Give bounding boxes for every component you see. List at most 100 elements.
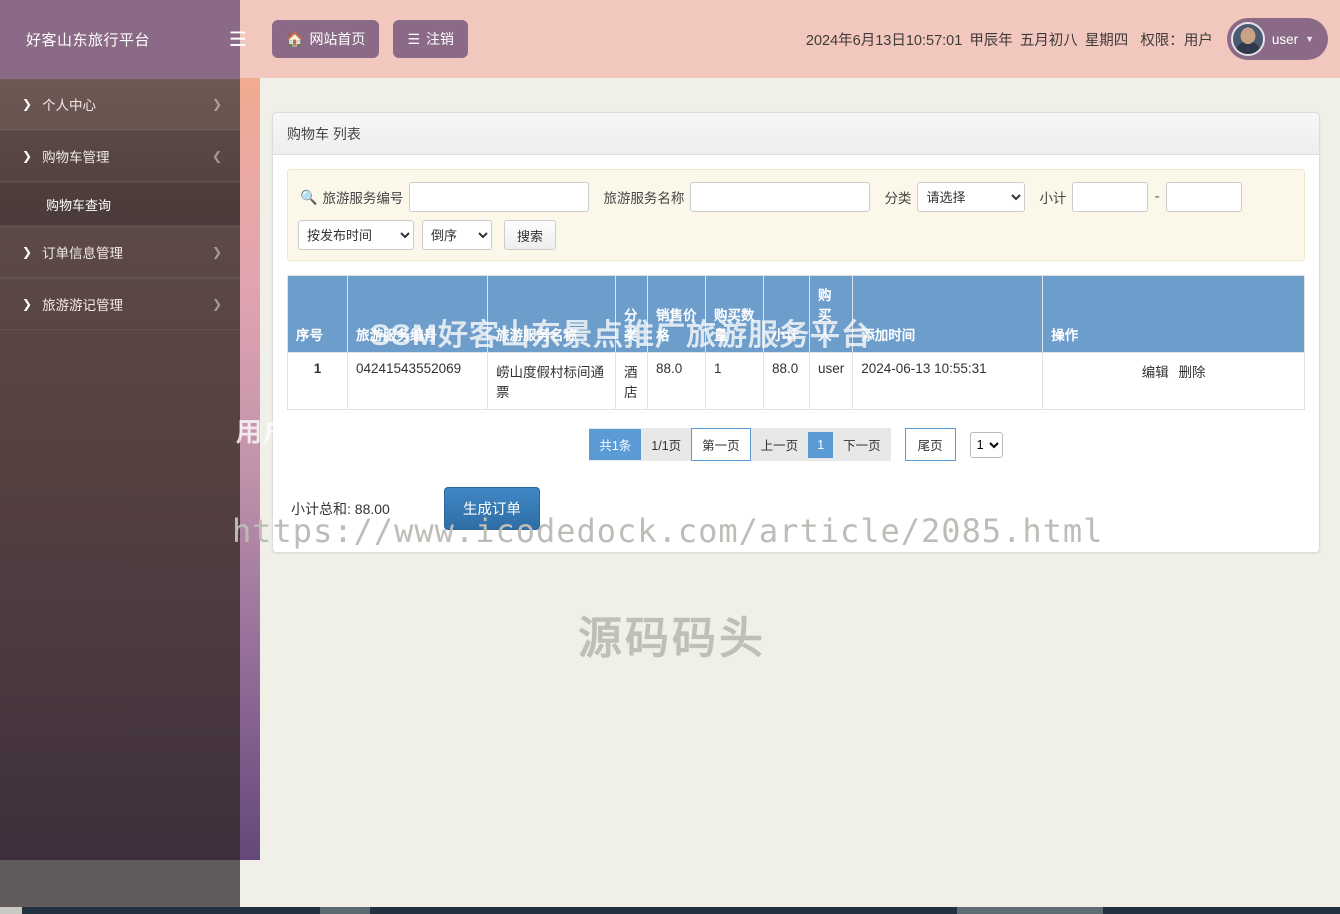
taskbar-start-segment[interactable]	[0, 907, 22, 914]
col-operation: 操作	[1042, 275, 1305, 353]
sidebar-footer-block	[0, 860, 240, 908]
chevron-right-icon: ❯	[22, 245, 33, 259]
taskbar-tray-segment[interactable]	[957, 907, 1103, 914]
site-home-button[interactable]: 🏠 网站首页	[272, 20, 380, 58]
cell-category: 酒店	[615, 352, 648, 410]
cell-index: 1	[287, 352, 348, 410]
header-weekday: 星期四	[1084, 32, 1129, 49]
sidebar-item-personal-center[interactable]: ❯ 个人中心 ❯	[0, 78, 240, 130]
col-code: 旅游服务编号	[347, 275, 488, 353]
sort-field-select[interactable]: 按发布时间	[298, 220, 414, 250]
subtotal-min-input[interactable]	[1072, 182, 1149, 212]
chevron-down-icon: ❮	[211, 149, 222, 163]
range-separator: -	[1154, 188, 1160, 205]
panel-footer: 小计总和: 88.00 生成订单	[287, 487, 1305, 530]
site-home-label: 网站首页	[309, 31, 366, 47]
header-lunar-year: 甲辰年	[969, 32, 1013, 49]
table-body: 1 04241543552069 崂山度假村标间通票 酒店 88.0 1 88.…	[287, 352, 1305, 410]
cell-buyer: user	[808, 352, 854, 410]
cell-name: 崂山度假村标间通票	[487, 352, 616, 410]
cell-operations: 编辑 删除	[1042, 352, 1305, 410]
chevron-right-icon: ❯	[22, 97, 33, 111]
sidebar-item-order-management[interactable]: ❯ 订单信息管理 ❯	[0, 226, 240, 278]
pagination-prev-page[interactable]: 上一页	[751, 429, 809, 460]
home-icon: 🏠	[286, 30, 304, 47]
service-code-input[interactable]	[409, 182, 590, 212]
col-buyer: 购买人	[808, 275, 854, 353]
filter-bar: 🔍 旅游服务编号 旅游服务名称 分类 请选择 小计 - 按发布时间 倒序 搜索	[287, 169, 1305, 261]
subtotal-label: 小计	[1039, 191, 1067, 206]
col-category: 分类	[615, 275, 648, 353]
sidebar-item-cart-query[interactable]: 购物车查询	[0, 182, 240, 226]
main-content: 购物车 列表 🔍 旅游服务编号 旅游服务名称 分类 请选择 小计 - 按发布时间…	[260, 78, 1340, 860]
sidebar-item-label: 购物车查询	[46, 197, 112, 213]
col-name: 旅游服务名称	[487, 275, 616, 353]
header-role-label: 权限：	[1140, 32, 1184, 49]
col-quantity: 购买数量	[705, 275, 764, 353]
top-header: ☰ 🏠 网站首页 ☰ 注销 2024年6月13日10:57:01 甲辰年 五月初…	[229, 0, 1340, 78]
user-menu[interactable]: user ▼	[1226, 18, 1328, 60]
pagination-next-page[interactable]: 下一页	[833, 429, 891, 460]
cart-table: 序号 旅游服务编号 旅游服务名称 分类 销售价格 购买数量 小计 购买人 添加时…	[287, 275, 1305, 410]
sidebar-menu: ❯ 个人中心 ❯ ❯ 购物车管理 ❮ 购物车查询 ❯ 订单信息管理 ❯ ❯ 旅游…	[0, 78, 240, 330]
sidebar-gradient-strip	[240, 78, 260, 860]
sidebar-item-label: 旅游游记管理	[42, 298, 124, 313]
search-icon: 🔍	[300, 188, 318, 205]
header-role-value: 用户	[1183, 32, 1213, 49]
col-added-time: 添加时间	[852, 275, 1044, 353]
col-index: 序号	[287, 275, 348, 353]
chevron-right-icon: ❯	[211, 297, 222, 311]
service-code-label: 旅游服务编号	[322, 191, 404, 206]
pagination-last-page[interactable]: 尾页	[904, 428, 956, 461]
filter-row-1: 🔍 旅游服务编号 旅游服务名称 分类 请选择 小计 -	[298, 182, 1294, 212]
category-label: 分类	[884, 191, 912, 206]
cell-added-time: 2024-06-13 10:55:31	[852, 352, 1044, 410]
sidebar: 好客山东旅行平台 ❯ 个人中心 ❯ ❯ 购物车管理 ❮ 购物车查询 ❯ 订单信息…	[0, 0, 240, 860]
sort-order-select[interactable]: 倒序	[422, 220, 492, 250]
cell-price: 88.0	[647, 352, 706, 410]
pagination-first-page[interactable]: 第一页	[691, 428, 751, 461]
taskbar-window-segment[interactable]	[320, 907, 370, 914]
header-right-info: 2024年6月13日10:57:01 甲辰年 五月初八 星期四 权限： 用户 u…	[806, 18, 1340, 60]
cart-list-panel: 购物车 列表 🔍 旅游服务编号 旅游服务名称 分类 请选择 小计 - 按发布时间…	[272, 112, 1320, 553]
sidebar-item-cart-management[interactable]: ❯ 购物车管理 ❮	[0, 130, 240, 182]
service-name-input[interactable]	[690, 182, 871, 212]
pagination-current-page[interactable]: 1	[808, 431, 834, 458]
col-price: 销售价格	[647, 275, 706, 353]
generate-order-button[interactable]: 生成订单	[443, 487, 540, 530]
chevron-right-icon: ❯	[22, 149, 33, 163]
brand-title: 好客山东旅行平台	[0, 0, 240, 78]
header-datetime: 2024年6月13日10:57:01	[805, 32, 963, 49]
pagination-page-indicator: 1/1页	[651, 439, 682, 453]
chevron-right-icon: ❯	[22, 297, 33, 311]
table-header-row: 序号 旅游服务编号 旅游服务名称 分类 销售价格 购买数量 小计 购买人 添加时…	[287, 275, 1305, 353]
col-subtotal: 小计	[763, 275, 810, 353]
table-head: 序号 旅游服务编号 旅游服务名称 分类 销售价格 购买数量 小计 购买人 添加时…	[287, 275, 1305, 353]
chevron-right-icon: ❯	[211, 245, 222, 259]
sidebar-item-label: 个人中心	[42, 98, 97, 113]
pagination-total: 共1条	[589, 429, 642, 460]
avatar	[1230, 22, 1265, 56]
search-button[interactable]: 搜索	[504, 220, 557, 250]
cell-subtotal: 88.0	[763, 352, 810, 410]
chevron-down-icon: ▼	[1305, 34, 1314, 44]
edit-link[interactable]: 编辑	[1142, 365, 1169, 380]
page-size-select[interactable]: 1	[969, 431, 1003, 458]
delete-link[interactable]: 删除	[1179, 365, 1206, 380]
sidebar-item-label: 购物车管理	[42, 150, 110, 165]
header-lunar-date: 五月初八	[1019, 32, 1078, 49]
filter-row-2: 按发布时间 倒序 搜索	[298, 220, 1294, 250]
service-name-label: 旅游服务名称	[603, 191, 685, 206]
logout-label: 注销	[426, 31, 454, 47]
logout-button[interactable]: ☰ 注销	[393, 20, 468, 58]
subtotal-max-input[interactable]	[1165, 182, 1242, 212]
cell-quantity: 1	[705, 352, 764, 410]
os-taskbar	[0, 907, 1340, 914]
panel-body: 🔍 旅游服务编号 旅游服务名称 分类 请选择 小计 - 按发布时间 倒序 搜索 …	[273, 155, 1319, 552]
sidebar-item-travel-notes-management[interactable]: ❯ 旅游游记管理 ❯	[0, 278, 240, 330]
subtotal-sum-label: 小计总和: 88.00	[291, 500, 390, 517]
hamburger-icon[interactable]: ☰	[218, 19, 258, 59]
user-name: user	[1271, 31, 1299, 47]
category-select[interactable]: 请选择	[917, 182, 1026, 212]
pagination-group: 共1条 1/1页 第一页 上一页 1 下一页	[589, 428, 891, 461]
